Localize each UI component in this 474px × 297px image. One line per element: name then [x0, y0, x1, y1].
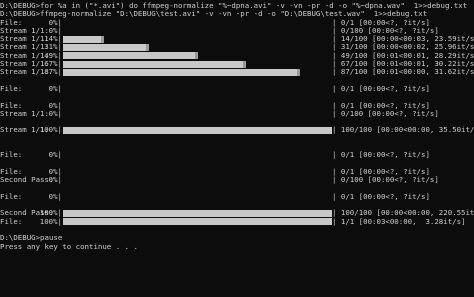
progress-percent: 0%|	[48, 26, 62, 35]
progress-stats: | 0/1 [00:00<?, ?it/s]	[332, 18, 430, 27]
progress-stats: | 100/100 [00:00<00:00, 35.50it/s]	[332, 126, 474, 135]
progress-stats: | 14/100 [00:00<00:03, 23.59it/s]	[332, 35, 474, 44]
progress-percent: 67%|	[44, 60, 62, 69]
progress-line: File: 100%| | 1/1 [00:03<00:00, 3.28it/s]	[0, 218, 474, 226]
progress-stats: | 0/1 [00:00<?, ?it/s]	[332, 151, 430, 160]
progress-percent: 100%|	[39, 126, 62, 135]
progress-bar-fill	[63, 127, 332, 135]
console-text: D:\DEBUG>for %a in ("*.avi") do ffmpeg-n…	[0, 2, 468, 10]
progress-bar-edge	[101, 35, 104, 43]
progress-bar-edge	[195, 52, 198, 60]
progress-line: File: 0%| | 0/1 [00:00<?, ?it/s]	[0, 85, 474, 93]
progress-percent: 0%|	[48, 101, 62, 110]
progress-percent: 0%|	[48, 192, 62, 201]
console-window[interactable]: D:\DEBUG>for %a in ("*.avi") do ffmpeg-n…	[0, 2, 474, 251]
progress-percent: 0%|	[48, 18, 62, 27]
progress-stats: | 0/1 [00:00<?, ?it/s]	[332, 167, 430, 176]
progress-label: Second Pass:	[0, 176, 54, 185]
progress-line: Stream 1/1: 31%| | 31/100 [00:00<00:02, 25…	[0, 43, 474, 51]
progress-bar-fill	[63, 52, 195, 60]
progress-percent: 0%|	[48, 84, 62, 93]
progress-label: File:	[0, 101, 23, 110]
console-line: D:\DEBUG>pause	[0, 234, 474, 242]
progress-percent: 31%|	[44, 43, 62, 52]
progress-label: Stream 1/1:	[0, 26, 49, 35]
progress-label: Stream 1/1:	[0, 43, 49, 52]
progress-stats: | 100/100 [00:00<00:00, 220.55it/s]	[332, 209, 474, 218]
progress-label: Stream 1/1:	[0, 60, 49, 69]
console-line: D:\DEBUG>for %a in ("*.avi") do ffmpeg-n…	[0, 2, 474, 10]
progress-stats: | 0/100 [00:00<?, ?it/s]	[332, 176, 439, 185]
progress-line: Second Pass: 0%| | 0/100 [00:00<?, ?it/s]	[0, 176, 474, 184]
progress-bar-fill	[63, 35, 101, 43]
progress-stats: | 49/100 [00:01<00:01, 28.29it/s]	[332, 51, 474, 60]
progress-label: Stream 1/1:	[0, 68, 49, 77]
console-line: D:\DEBUG>ffmpeg-normalize "D:\DEBUG\test…	[0, 10, 474, 18]
progress-label: File:	[0, 217, 23, 226]
progress-percent: 0%|	[48, 176, 62, 185]
progress-percent: 0%|	[48, 167, 62, 176]
progress-label: File:	[0, 84, 23, 93]
progress-line: Stream 1/1: 0%| | 0/100 [00:00<?, ?it/s]	[0, 27, 474, 35]
progress-bar-fill	[63, 60, 243, 68]
progress-bar-fill	[63, 210, 332, 218]
progress-stats: | 0/1 [00:00<?, ?it/s]	[332, 84, 430, 93]
progress-percent: 100%|	[39, 209, 62, 218]
progress-percent: 14%|	[44, 35, 62, 44]
progress-bar-edge	[146, 44, 149, 52]
console-text: D:\DEBUG>pause	[0, 234, 63, 243]
progress-line: Stream 1/1: 100%| | 100/100 [00:00<00:00, …	[0, 126, 474, 134]
progress-line: Stream 1/1: 14%| | 14/100 [00:00<00:03, 23…	[0, 35, 474, 43]
progress-bar-edge	[297, 68, 300, 76]
progress-line: File: 0%| | 0/1 [00:00<?, ?it/s]	[0, 193, 474, 201]
progress-stats: | 0/1 [00:00<?, ?it/s]	[332, 192, 430, 201]
progress-line: File: 0%| | 0/1 [00:00<?, ?it/s]	[0, 19, 474, 27]
progress-line: File: 0%| | 0/1 [00:00<?, ?it/s]	[0, 168, 474, 176]
progress-stats: | 0/100 [00:00<?, ?it/s]	[332, 109, 439, 118]
progress-percent: 100%|	[39, 217, 62, 226]
progress-line: Stream 1/1: 49%| | 49/100 [00:01<00:01, 28…	[0, 52, 474, 60]
console-text: Press any key to continue . . .	[0, 242, 138, 251]
progress-label: Stream 1/1:	[0, 35, 49, 44]
progress-label: File:	[0, 151, 23, 160]
progress-label: File:	[0, 18, 23, 27]
console-text: D:\DEBUG>ffmpeg-normalize "D:\DEBUG\test…	[0, 10, 428, 19]
progress-label: Stream 1/1:	[0, 109, 49, 118]
progress-percent: 0%|	[48, 109, 62, 118]
progress-stats: | 31/100 [00:00<00:02, 25.96it/s]	[332, 43, 474, 52]
progress-percent: 49%|	[44, 51, 62, 60]
progress-percent: 87%|	[44, 68, 62, 77]
progress-line: File: 0%| | 0/1 [00:00<?, ?it/s]	[0, 102, 474, 110]
progress-stats: | 87/100 [00:01<00:00, 31.62it/s]	[332, 68, 474, 77]
progress-line: Stream 1/1: 87%| | 87/100 [00:01<00:00, 31…	[0, 68, 474, 76]
progress-label: File:	[0, 167, 23, 176]
progress-line: Stream 1/1: 67%| | 67/100 [00:01<00:01, 30…	[0, 60, 474, 68]
progress-line: Second Pass: 100%| | 100/100 [00:00<00:00,…	[0, 209, 474, 217]
progress-percent: 0%|	[48, 151, 62, 160]
progress-stats: | 67/100 [00:01<00:01, 30.22it/s]	[332, 60, 474, 69]
progress-bar-fill	[63, 68, 297, 76]
progress-label: Stream 1/1:	[0, 51, 49, 60]
progress-bar-edge	[243, 60, 246, 68]
progress-stats: | 1/1 [00:03<00:00, 3.28it/s]	[332, 217, 466, 226]
progress-stats: | 0/100 [00:00<?, ?it/s]	[332, 26, 439, 35]
progress-stats: | 0/1 [00:00<?, ?it/s]	[332, 101, 430, 110]
progress-bar-fill	[63, 44, 146, 52]
progress-label: File:	[0, 192, 23, 201]
progress-line: Stream 1/1: 0%| | 0/100 [00:00<?, ?it/s]	[0, 110, 474, 118]
progress-bar-fill	[63, 218, 332, 226]
progress-line: File: 0%| | 0/1 [00:00<?, ?it/s]	[0, 151, 474, 159]
console-line: Press any key to continue . . .	[0, 243, 474, 251]
